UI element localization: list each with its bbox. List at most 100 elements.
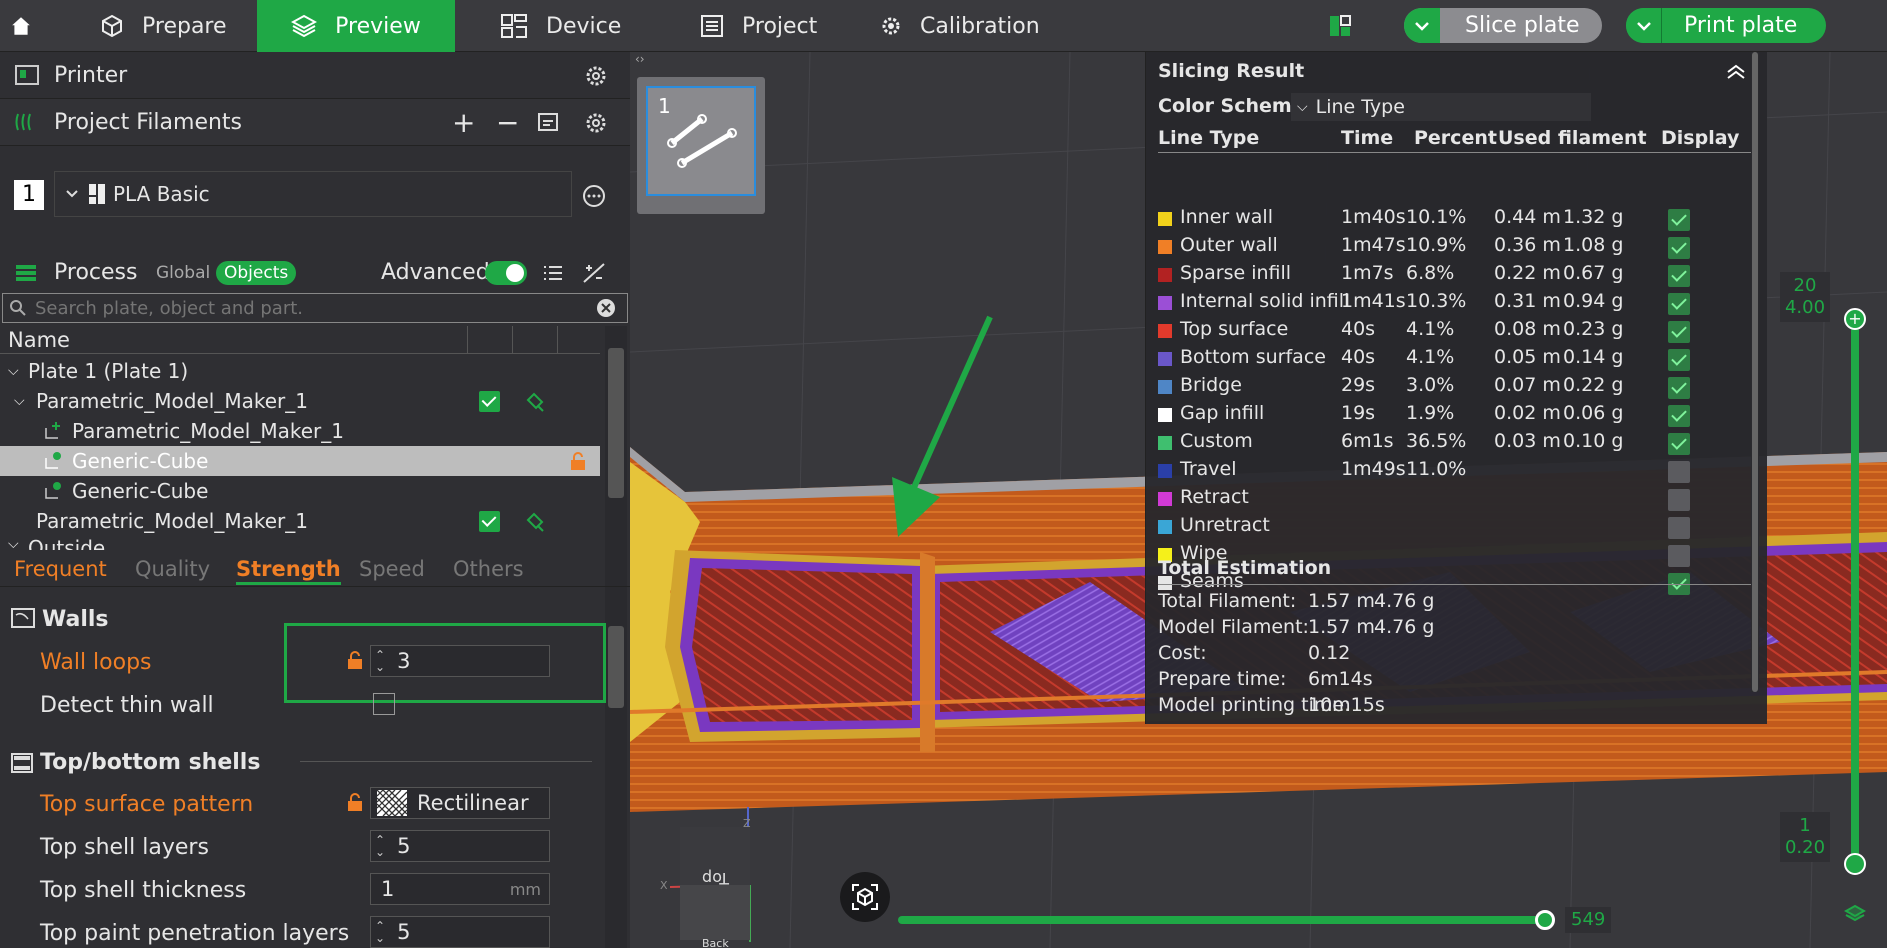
color-scheme-select[interactable]: ⌵ Line Type	[1291, 93, 1591, 121]
tree-row-selected[interactable]: Generic-Cube	[0, 446, 600, 476]
top-paint-penetration-stepper[interactable]: ⌃ ⌄ 5	[370, 916, 550, 948]
line-type-row: Gap infill 19s 1.9% 0.02 m 0.06 g	[1158, 402, 1758, 430]
layer-bottom-handle[interactable]	[1844, 853, 1866, 875]
slice-plate-button[interactable]: Slice plate	[1404, 8, 1602, 43]
stepper-arrows-icon[interactable]: ⌃ ⌄	[375, 649, 385, 673]
search-box[interactable]	[2, 293, 628, 323]
tree-row[interactable]: Generic-Cube	[0, 476, 600, 506]
layer-slider-track[interactable]	[1851, 320, 1859, 868]
tree-row[interactable]: Parametric_Model_Maker_1	[0, 506, 600, 536]
home-button[interactable]	[10, 0, 50, 52]
lock-icon[interactable]	[347, 793, 363, 811]
filament-select[interactable]: PLA Basic	[54, 171, 572, 217]
nav-cube-back[interactable]: Back	[702, 937, 729, 948]
navigation-cube[interactable]: Top Back Z X	[660, 787, 770, 948]
tab-others[interactable]: Others	[453, 557, 524, 581]
global-toggle[interactable]: Global	[156, 263, 210, 283]
print-plate-button[interactable]: Print plate	[1626, 8, 1826, 43]
stepper-arrows-icon[interactable]: ⌃ ⌄	[375, 920, 385, 944]
move-slider-handle[interactable]	[1535, 910, 1555, 930]
display-checkbox[interactable]	[1668, 349, 1690, 371]
collapse-sidebar-icon[interactable]: ‹›	[635, 52, 645, 66]
tab-project[interactable]: Project	[700, 0, 817, 52]
tree-row[interactable]: Parametric_Model_Maker_1	[0, 416, 600, 446]
search-input[interactable]	[35, 297, 595, 319]
display-checkbox[interactable]	[1668, 517, 1690, 539]
lock-icon[interactable]	[570, 452, 586, 470]
sync-filament-icon[interactable]	[536, 111, 562, 135]
top-surface-pattern-select[interactable]: Rectilinear	[370, 787, 550, 819]
tab-device[interactable]: Device	[500, 0, 621, 52]
more-options-icon[interactable]	[582, 184, 606, 208]
remove-filament-icon[interactable]: −	[496, 106, 519, 139]
total-value: 10m15s	[1308, 694, 1385, 716]
printer-icon	[15, 65, 39, 85]
compare-icon[interactable]	[582, 262, 606, 284]
settings-scrollbar[interactable]	[605, 598, 627, 948]
paint-bucket-icon[interactable]	[524, 510, 546, 532]
printer-section-header[interactable]: Printer	[0, 52, 630, 99]
display-checkbox[interactable]	[1668, 293, 1690, 315]
slicing-panel-scrollbar[interactable]	[1751, 52, 1759, 692]
line-type-grams: 0.10 g	[1563, 430, 1624, 452]
add-filament-icon[interactable]: +	[452, 106, 475, 139]
clear-search-icon[interactable]	[595, 297, 617, 319]
view-reset-button[interactable]	[840, 872, 890, 922]
process-label: Process	[54, 260, 138, 285]
tab-frequent[interactable]: Frequent	[14, 557, 107, 581]
object-visible-checkbox[interactable]	[479, 511, 500, 532]
shells-icon	[11, 753, 33, 773]
plate-thumbnail[interactable]: 1	[637, 77, 765, 214]
display-checkbox[interactable]	[1668, 237, 1690, 259]
tab-calibration[interactable]: Calibration	[880, 0, 1040, 52]
line-type-length: 0.44 m	[1494, 206, 1561, 228]
line-type-time: 40s	[1341, 346, 1376, 368]
filament-slot-number[interactable]: 1	[14, 180, 44, 210]
chevron-down-icon[interactable]: ⌵	[14, 393, 25, 409]
display-checkbox[interactable]	[1668, 321, 1690, 343]
tab-strength[interactable]: Strength	[236, 557, 341, 585]
chevron-down-icon[interactable]: ⌵	[8, 363, 19, 379]
move-slider-track[interactable]	[898, 916, 1548, 924]
top-shell-thickness-input[interactable]: 1 mm	[370, 873, 550, 905]
nav-cube-top[interactable]: Top	[702, 869, 729, 888]
line-type-percent: 11.0%	[1406, 458, 1467, 480]
collapse-up-icon[interactable]	[1726, 64, 1746, 80]
tab-speed[interactable]: Speed	[359, 557, 425, 581]
list-icon[interactable]	[542, 263, 564, 283]
advanced-toggle[interactable]	[485, 260, 527, 285]
line-type-name: Gap infill	[1180, 402, 1265, 424]
layers-icon[interactable]	[1844, 904, 1866, 924]
gear-icon	[882, 17, 900, 35]
tree-row[interactable]: ⌵ Parametric_Model_Maker_1	[0, 386, 600, 416]
display-checkbox[interactable]	[1668, 377, 1690, 399]
lock-icon[interactable]	[347, 651, 363, 669]
layer-top-handle[interactable]: +	[1844, 308, 1866, 330]
display-checkbox[interactable]	[1668, 489, 1690, 511]
tab-preview[interactable]: Preview	[257, 0, 455, 52]
display-checkbox[interactable]	[1668, 209, 1690, 231]
display-checkbox[interactable]	[1668, 461, 1690, 483]
stepper-arrows-icon[interactable]: ⌃ ⌄	[375, 834, 385, 858]
display-checkbox[interactable]	[1668, 433, 1690, 455]
tab-prepare[interactable]: Prepare	[100, 0, 227, 52]
object-visible-checkbox[interactable]	[479, 391, 500, 412]
line-type-grams: 1.08 g	[1563, 234, 1624, 256]
tab-quality[interactable]: Quality	[135, 557, 210, 581]
detect-thin-wall-checkbox[interactable]	[373, 693, 395, 715]
top-shell-layers-stepper[interactable]: ⌃ ⌄ 5	[370, 830, 550, 862]
paint-bucket-icon[interactable]	[524, 390, 546, 412]
tree-row[interactable]: ⌵ Outside	[0, 536, 600, 550]
tree-row[interactable]: ⌵ Plate 1 (Plate 1)	[0, 356, 600, 386]
display-checkbox[interactable]	[1668, 265, 1690, 287]
layout-toggle-button[interactable]	[1328, 0, 1370, 52]
wall-loops-stepper[interactable]: ⌃ ⌄ 3	[370, 645, 550, 677]
print-dropdown-arrow[interactable]	[1626, 8, 1662, 43]
gear-icon[interactable]	[584, 111, 608, 135]
filaments-section-header[interactable]: Project Filaments + −	[0, 99, 630, 146]
slice-dropdown-arrow[interactable]	[1404, 8, 1440, 43]
display-checkbox[interactable]	[1668, 405, 1690, 427]
line-type-row: Travel 1m49s 11.0%	[1158, 458, 1758, 486]
objects-toggle[interactable]: Objects	[216, 260, 297, 285]
gear-icon[interactable]	[584, 64, 608, 88]
